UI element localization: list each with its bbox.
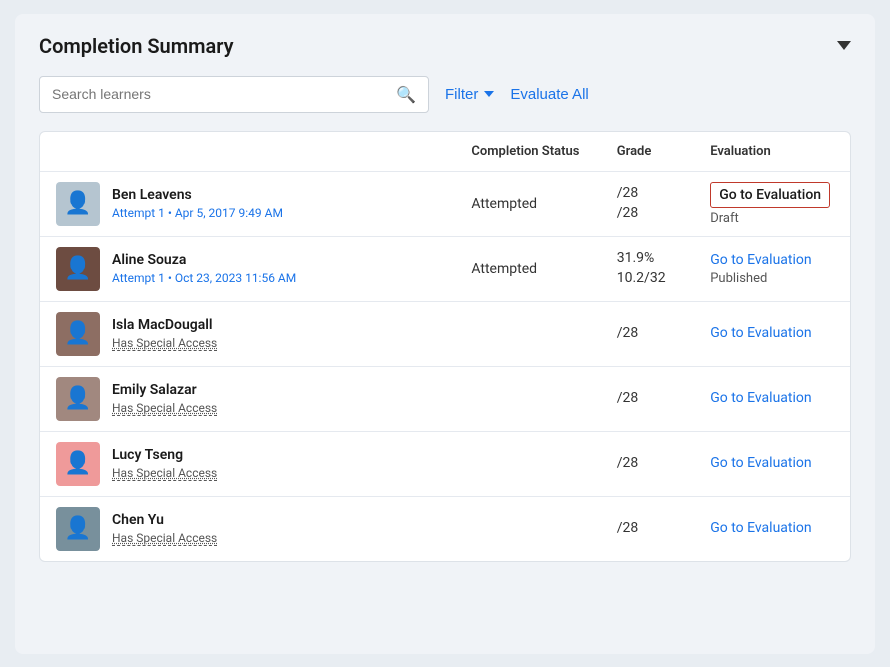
toolbar: 🔍 Filter Evaluate All: [39, 76, 851, 113]
search-icon: 🔍: [396, 85, 416, 104]
search-box: 🔍: [39, 76, 429, 113]
learner-cell-lucy-tseng: 👤 Lucy Tseng Has Special Access: [40, 431, 455, 496]
evaluation-cell: Go to Evaluation: [694, 301, 850, 366]
col-header-completion: Completion Status: [455, 132, 600, 172]
go-to-evaluation-link[interactable]: Go to Evaluation: [710, 520, 834, 536]
learner-cell-isla-macdougall: 👤 Isla MacDougall Has Special Access: [40, 301, 455, 366]
learner-cell-aline-souza: 👤 Aline Souza Attempt 1 • Oct 23, 2023 11:…: [40, 236, 455, 301]
attempt-label[interactable]: Attempt 1 • Oct 23, 2023 11:56 AM: [112, 271, 296, 285]
special-access-label[interactable]: Has Special Access: [112, 336, 217, 351]
learner-name: Aline Souza: [112, 252, 296, 268]
avatar: 👤: [56, 182, 100, 226]
avatar: 👤: [56, 377, 100, 421]
learner-name: Emily Salazar: [112, 382, 217, 398]
learner-name: Ben Leavens: [112, 187, 283, 203]
go-to-evaluation-link[interactable]: Go to Evaluation: [710, 252, 834, 268]
grade-cell: /28: [601, 431, 694, 496]
attempt-label[interactable]: Attempt 1 • Apr 5, 2017 9:49 AM: [112, 206, 283, 220]
evaluation-cell: Go to Evaluation Draft: [694, 171, 850, 236]
learners-table: Completion Status Grade Evaluation 👤 Ben …: [40, 132, 850, 561]
learners-table-container: Completion Status Grade Evaluation 👤 Ben …: [39, 131, 851, 562]
search-input[interactable]: [52, 86, 396, 102]
evaluation-status: Published: [710, 271, 767, 286]
avatar: 👤: [56, 442, 100, 486]
go-to-evaluation-link[interactable]: Go to Evaluation: [710, 455, 834, 471]
go-to-evaluation-link[interactable]: Go to Evaluation: [710, 325, 834, 341]
completion-status: [455, 431, 600, 496]
grade-cell: 31.9%10.2/32: [601, 236, 694, 301]
evaluate-all-button[interactable]: Evaluate All: [510, 86, 588, 103]
table-row: 👤 Emily Salazar Has Special Access/28 Go to…: [40, 366, 850, 431]
col-header-evaluation: Evaluation: [694, 132, 850, 172]
grade-cell: /28: [601, 496, 694, 561]
evaluation-cell: Go to Evaluation Published: [694, 236, 850, 301]
table-row: 👤 Chen Yu Has Special Access/28 Go to Evalu…: [40, 496, 850, 561]
learner-name: Lucy Tseng: [112, 447, 217, 463]
evaluation-cell: Go to Evaluation: [694, 431, 850, 496]
completion-status: Attempted: [455, 236, 600, 301]
go-to-evaluation-link[interactable]: Go to Evaluation: [710, 182, 830, 208]
completion-status: [455, 366, 600, 431]
completion-status: [455, 301, 600, 366]
avatar: 👤: [56, 507, 100, 551]
grade-cell: /28: [601, 366, 694, 431]
col-header-grade: Grade: [601, 132, 694, 172]
completion-status: Attempted: [455, 171, 600, 236]
panel-header: Completion Summary: [39, 34, 851, 58]
panel-title: Completion Summary: [39, 34, 234, 58]
table-header-row: Completion Status Grade Evaluation: [40, 132, 850, 172]
special-access-label[interactable]: Has Special Access: [112, 466, 217, 481]
collapse-icon[interactable]: [837, 41, 851, 50]
completion-status: [455, 496, 600, 561]
learner-name: Chen Yu: [112, 512, 217, 528]
special-access-label[interactable]: Has Special Access: [112, 531, 217, 546]
grade-cell: /28/28: [601, 171, 694, 236]
learner-name: Isla MacDougall: [112, 317, 217, 333]
evaluation-cell: Go to Evaluation: [694, 366, 850, 431]
avatar: 👤: [56, 247, 100, 291]
table-row: 👤 Aline Souza Attempt 1 • Oct 23, 2023 11:…: [40, 236, 850, 301]
special-access-label[interactable]: Has Special Access: [112, 401, 217, 416]
learner-cell-chen-yu: 👤 Chen Yu Has Special Access: [40, 496, 455, 561]
filter-chevron-icon: [484, 91, 494, 97]
table-row: 👤 Isla MacDougall Has Special Access/28 Go …: [40, 301, 850, 366]
learner-cell-ben-leavens: 👤 Ben Leavens Attempt 1 • Apr 5, 2017 9:49…: [40, 171, 455, 236]
grade-cell: /28: [601, 301, 694, 366]
col-header-learner: [40, 132, 455, 172]
evaluation-cell: Go to Evaluation: [694, 496, 850, 561]
avatar: 👤: [56, 312, 100, 356]
learner-cell-emily-salazar: 👤 Emily Salazar Has Special Access: [40, 366, 455, 431]
filter-button[interactable]: Filter: [445, 86, 494, 103]
table-row: 👤 Lucy Tseng Has Special Access/28 Go to Ev…: [40, 431, 850, 496]
completion-summary-panel: Completion Summary 🔍 Filter Evaluate All…: [15, 14, 875, 654]
filter-label: Filter: [445, 86, 478, 103]
table-row: 👤 Ben Leavens Attempt 1 • Apr 5, 2017 9:49…: [40, 171, 850, 236]
evaluation-status: Draft: [710, 211, 739, 226]
go-to-evaluation-link[interactable]: Go to Evaluation: [710, 390, 834, 406]
